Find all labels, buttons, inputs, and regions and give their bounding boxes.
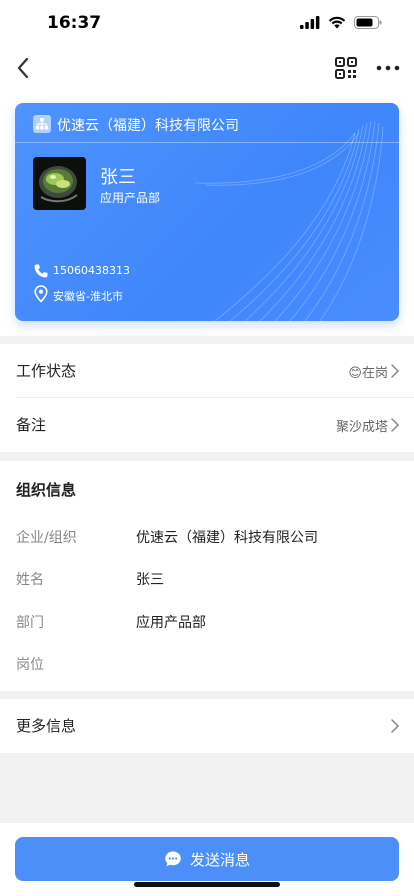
- remark-label: 备注: [16, 416, 47, 434]
- more-info-label: 更多信息: [16, 717, 77, 735]
- name-info-row: 姓名 张三: [0, 569, 414, 593]
- name-key: 姓名: [16, 572, 44, 588]
- chevron-right-icon: [391, 719, 400, 733]
- status-icons: [300, 16, 382, 29]
- chat-bubble-icon: [165, 851, 181, 867]
- card-phone[interactable]: 15060438313: [53, 264, 130, 277]
- position-key: 岗位: [16, 657, 44, 673]
- org-key: 企业/组织: [16, 530, 77, 546]
- send-message-label: 发送消息: [189, 850, 250, 869]
- work-status-value: 😊在岗: [348, 362, 388, 381]
- card-location: 安徽省-淮北市: [53, 290, 123, 303]
- card-org-name: 优速云（福建）科技有限公司: [57, 118, 239, 134]
- position-info-row: 岗位: [0, 654, 414, 678]
- more-info-row[interactable]: 更多信息: [0, 699, 414, 753]
- status-bar: 16:37: [0, 0, 414, 46]
- send-message-button[interactable]: 发送消息: [15, 837, 399, 881]
- card-department: 应用产品部: [100, 191, 161, 205]
- battery-icon: [354, 16, 382, 29]
- name-value: 张三: [136, 572, 164, 588]
- phone-icon: [34, 264, 48, 278]
- home-indicator[interactable]: [134, 882, 280, 887]
- chevron-right-icon: [391, 364, 400, 378]
- avatar[interactable]: [33, 157, 86, 210]
- chevron-left-icon[interactable]: [12, 54, 36, 82]
- remark-value: 聚沙成塔: [335, 420, 388, 435]
- card-header: 优速云（福建）科技有限公司: [15, 103, 399, 143]
- department-value: 应用产品部: [136, 615, 206, 631]
- department-info-row: 部门 应用产品部: [0, 612, 414, 636]
- more-dots-icon[interactable]: [376, 64, 400, 72]
- org-info-section: 组织信息 企业/组织 优速云（福建）科技有限公司 姓名 张三 部门 应用产品部 …: [0, 461, 414, 691]
- department-key: 部门: [16, 615, 44, 631]
- qr-code-icon[interactable]: [334, 56, 358, 80]
- remark-row[interactable]: 备注 聚沙成塔: [0, 398, 414, 452]
- smile-emoji-icon: 😊: [348, 366, 362, 381]
- org-value: 优速云（福建）科技有限公司: [136, 530, 318, 546]
- organization-icon: [33, 115, 51, 133]
- avatar-image: [33, 157, 86, 210]
- business-card: 优速云（福建）科技有限公司 张三 应用产品部 15060438313 安徽省-淮…: [15, 103, 399, 321]
- work-status-row[interactable]: 工作状态 😊在岗: [0, 344, 414, 398]
- location-pin-icon: [34, 285, 48, 303]
- org-info-row: 企业/组织 优速云（福建）科技有限公司: [0, 527, 414, 551]
- chevron-right-icon: [391, 418, 400, 432]
- work-status-label: 工作状态: [16, 362, 77, 380]
- work-status-text: 在岗: [361, 366, 388, 381]
- card-person-name: 张三: [100, 167, 136, 188]
- nav-bar: [0, 46, 414, 90]
- signal-icon: [300, 16, 320, 29]
- org-info-title: 组织信息: [16, 481, 77, 499]
- status-time: 16:37: [47, 13, 102, 33]
- wifi-icon: [328, 16, 346, 29]
